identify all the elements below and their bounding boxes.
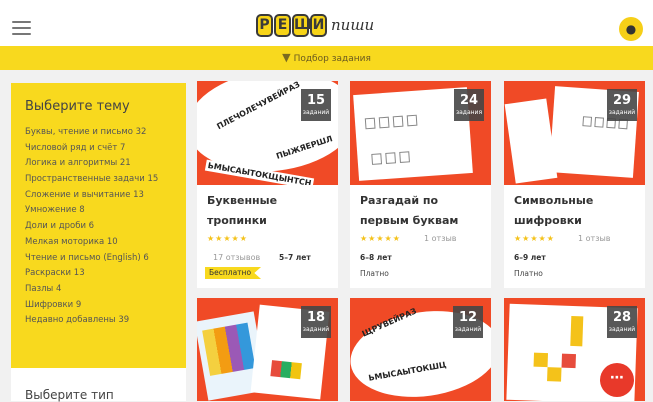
task-card[interactable]: ПЛЕЧОЛЕЧУВЕЙРАЗ ПЫЖЯЕРШЛ ЬМЫСАЫТОКЩЫНТСН…	[197, 81, 338, 288]
user-avatar-icon[interactable]: ●	[619, 17, 643, 41]
hamburger-menu-icon[interactable]	[12, 21, 31, 35]
top-header: Р Е Ш И пиши ●	[0, 0, 653, 46]
topic-item[interactable]: Умножение 8	[25, 203, 158, 219]
review-count[interactable]: 17 отзывов	[213, 253, 260, 262]
logo-letter: И	[310, 13, 327, 37]
rating-stars: ★★★★★	[207, 234, 248, 243]
task-card[interactable]: 18 заданий	[197, 298, 338, 401]
card-thumbnail: ПЛЕЧОЛЕЧУВЕЙРАЗ ПЫЖЯЕРШЛ ЬМЫСАЫТОКЩЫНТСН…	[197, 81, 338, 185]
logo-subtitle: пиши	[331, 16, 375, 34]
review-count[interactable]: 1 отзыв	[424, 234, 456, 243]
price-label: Платно	[360, 269, 389, 278]
card-thumbnail: 18 заданий	[197, 298, 338, 401]
topic-list: Буквы, чтение и письмо 32 Числовой ряд и…	[25, 125, 158, 329]
topic-item[interactable]: Буквы, чтение и письмо 32	[25, 125, 158, 141]
card-title: Разгадай по первым буквам	[360, 194, 459, 227]
type-heading: Выберите тип	[25, 388, 114, 402]
type-sidebar: Выберите тип	[11, 368, 186, 402]
card-thumbnail: 24 задания	[350, 81, 491, 185]
filter-icon: ▼	[282, 51, 291, 64]
logo-letter: Р	[256, 13, 273, 37]
topic-item[interactable]: Чтение и письмо (English) 6	[25, 251, 158, 267]
rating-stars: ★★★★★	[514, 234, 555, 243]
logo-letter: Е	[274, 13, 291, 37]
task-count-badge: 24 задания	[454, 89, 484, 121]
topic-heading: Выберите тему	[25, 99, 130, 114]
topic-item[interactable]: Раскраски 13	[25, 266, 158, 282]
logo-main: Р Е Ш И	[256, 13, 327, 37]
task-filter-bar[interactable]: ▼ Подбор задания	[0, 46, 653, 70]
task-count-badge: 12 заданий	[453, 306, 483, 338]
price-label: Платно	[514, 269, 543, 278]
topic-sidebar: Выберите тему Буквы, чтение и письмо 32 …	[11, 83, 186, 368]
topic-item[interactable]: Логика и алгоритмы 21	[25, 156, 158, 172]
chat-icon[interactable]: ⋯	[600, 363, 634, 397]
filter-label: Подбор задания	[293, 54, 371, 64]
card-thumbnail: ЩРУВЕЙРАЗ ЬМЫСАЫТОКШЦ 12 заданий	[350, 298, 491, 401]
topic-item[interactable]: Числовой ряд и счёт 7	[25, 141, 158, 157]
card-title: Символьные шифровки	[514, 194, 594, 227]
task-count-badge: 15 заданий	[301, 89, 331, 121]
rating-stars: ★★★★★	[360, 234, 401, 243]
task-count-badge: 18 заданий	[301, 306, 331, 338]
task-card[interactable]: 24 задания Разгадай по первым буквам ★★★★…	[350, 81, 491, 288]
site-logo[interactable]: Р Е Ш И пиши	[256, 12, 374, 38]
topic-item[interactable]: Сложение и вычитание 13	[25, 188, 158, 204]
topic-item[interactable]: Доли и дроби 6	[25, 219, 158, 235]
price-tag-free: Бесплатно	[205, 267, 262, 279]
card-thumbnail: 29 заданий	[504, 81, 645, 185]
task-count-badge: 28 заданий	[607, 306, 637, 338]
topic-item[interactable]: Шифровки 9	[25, 298, 158, 314]
age-range: 5–7 лет	[279, 253, 311, 262]
topic-item[interactable]: Пазлы 4	[25, 282, 158, 298]
task-count-badge: 29 заданий	[607, 89, 637, 121]
task-card[interactable]: ЩРУВЕЙРАЗ ЬМЫСАЫТОКШЦ 12 заданий	[350, 298, 491, 401]
topic-item[interactable]: Недавно добавлены 39	[25, 313, 158, 329]
logo-letter: Ш	[292, 13, 311, 37]
task-card[interactable]: 29 заданий Символьные шифровки ★★★★★ 1 от…	[504, 81, 645, 288]
topic-item[interactable]: Пространственные задачи 15	[25, 172, 158, 188]
card-title: Буквенные тропинки	[207, 194, 278, 227]
age-range: 6–9 лет	[514, 253, 546, 262]
topic-item[interactable]: Мелкая моторика 10	[25, 235, 158, 251]
age-range: 6–8 лет	[360, 253, 392, 262]
review-count[interactable]: 1 отзыв	[578, 234, 610, 243]
